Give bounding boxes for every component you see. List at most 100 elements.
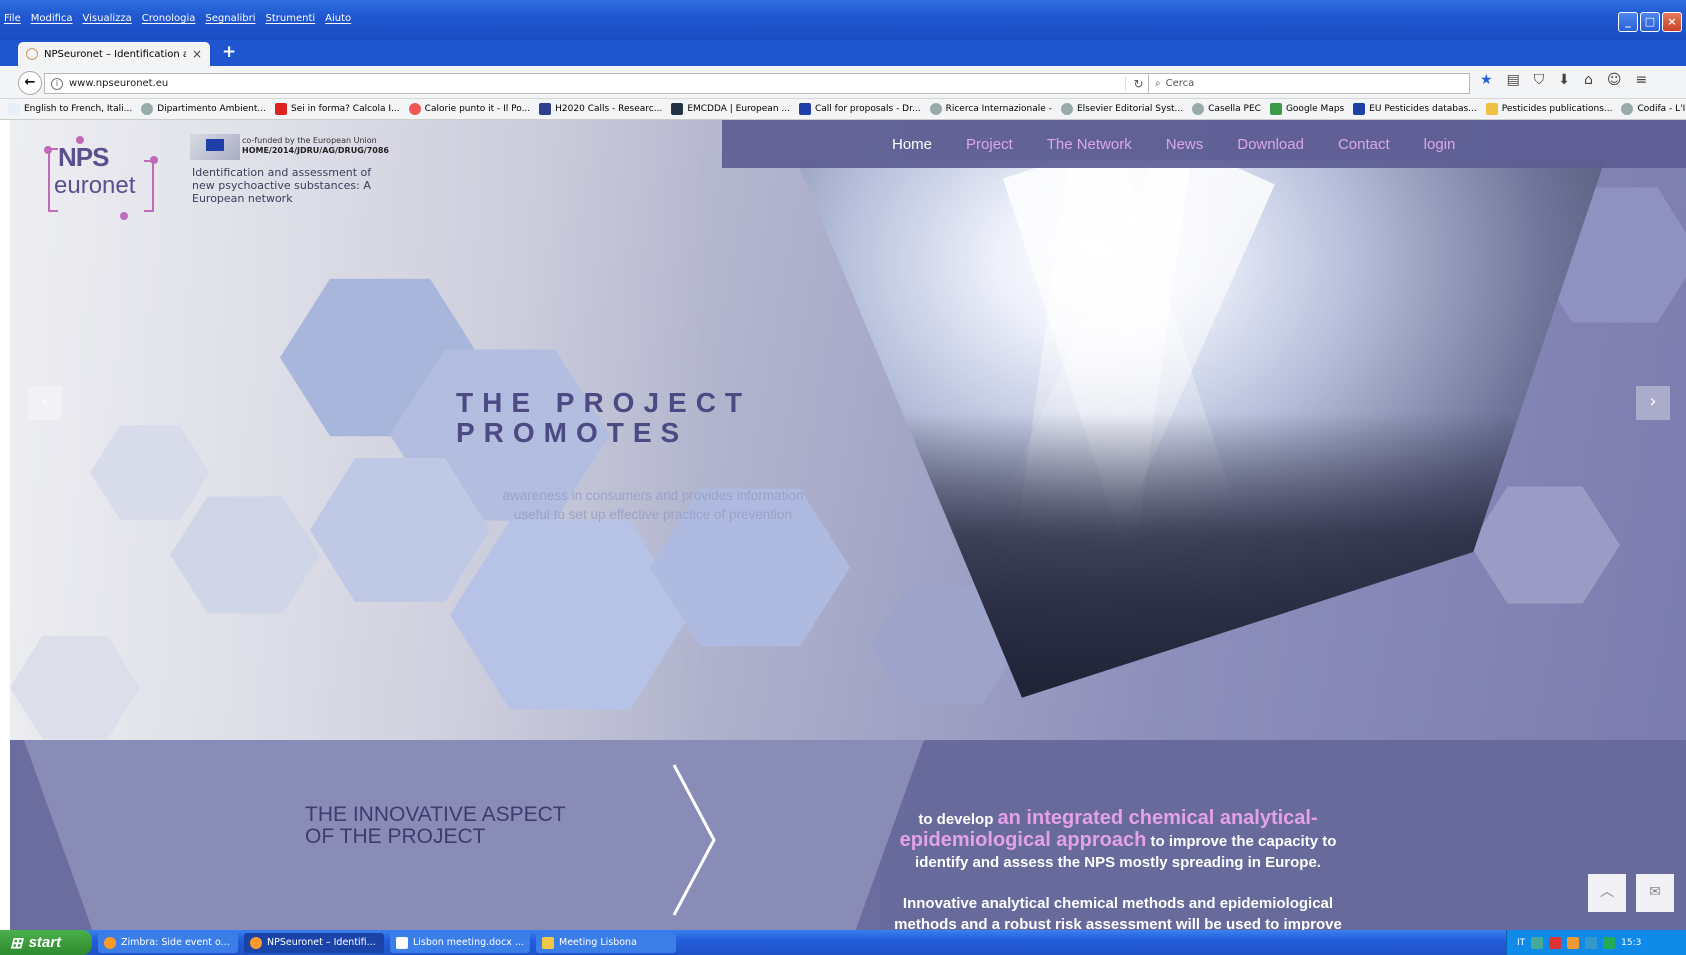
tab-title: NPSeuronet – Identification a... bbox=[44, 48, 186, 60]
window-titlebar: File Modifica Visualizza Cronologia Segn… bbox=[0, 0, 1686, 44]
web-page: NPS euronet co-funded by the European Un… bbox=[10, 120, 1686, 930]
windows-logo-icon: ⊞ bbox=[10, 934, 23, 952]
bookmark-item[interactable]: EU Pesticides databas... bbox=[1353, 103, 1477, 115]
nav-the-network[interactable]: The Network bbox=[1047, 136, 1132, 153]
tray-app-icon[interactable] bbox=[1603, 936, 1616, 949]
taskbar-item-zimbra[interactable]: Zimbra: Side event o... bbox=[98, 932, 238, 953]
eu-grant-code: HOME/2014/JDRU/AG/DRUG/7086 bbox=[242, 146, 389, 155]
back-button[interactable]: ← bbox=[18, 71, 42, 95]
globe-icon bbox=[1621, 103, 1634, 115]
slider-next-button[interactable]: › bbox=[1636, 386, 1670, 420]
start-button[interactable]: ⊞ start bbox=[0, 930, 92, 955]
innovation-section bbox=[10, 740, 1686, 930]
slide-title-line1: THE PROJECT bbox=[456, 387, 752, 418]
chevron-right-icon bbox=[672, 764, 716, 916]
taskbar-item-folder[interactable]: Meeting Lisbona bbox=[536, 932, 676, 953]
bookmark-favicon-icon bbox=[539, 103, 552, 115]
pocket-icon[interactable]: ⛉ bbox=[1534, 72, 1545, 88]
nav-home[interactable]: Home bbox=[892, 136, 932, 153]
bookmark-item[interactable]: Sei in forma? Calcola I... bbox=[274, 103, 400, 115]
window-controls: _ □ × bbox=[1618, 12, 1682, 32]
downloads-icon[interactable]: ⬇ bbox=[1558, 72, 1570, 88]
tray-app-icon[interactable] bbox=[1531, 936, 1544, 949]
globe-icon bbox=[929, 103, 942, 115]
menu-file[interactable]: File bbox=[4, 13, 21, 24]
address-bar[interactable]: i www.npseuronet.eu ↻ bbox=[44, 73, 1152, 94]
logo-text-nps: NPS bbox=[58, 142, 109, 172]
bookmark-item[interactable]: Elsevier Editorial Syst... bbox=[1060, 103, 1183, 115]
bookmark-item[interactable]: H2020 Calls - Researc... bbox=[539, 103, 662, 115]
slide-title: THE PROJECT PROMOTES bbox=[456, 388, 751, 448]
nav-contact[interactable]: Contact bbox=[1338, 136, 1390, 153]
home-icon[interactable]: ⌂ bbox=[1584, 72, 1593, 88]
windows-taskbar: ⊞ start Zimbra: Side event o... NPSeuron… bbox=[0, 930, 1686, 955]
bookmark-item[interactable]: Codifa - L'Informatore... bbox=[1621, 103, 1686, 115]
bookmark-star-icon[interactable]: ★ bbox=[1480, 72, 1493, 88]
menu-aiuto[interactable]: Aiuto bbox=[325, 13, 351, 24]
globe-icon bbox=[141, 103, 154, 115]
url-text[interactable]: www.npseuronet.eu bbox=[69, 78, 1119, 89]
toolbar-icons: ★ ▤ ⛉ ⬇ ⌂ ☺ ≡ bbox=[1480, 72, 1647, 88]
search-icon: ⌕ bbox=[1155, 78, 1161, 89]
menu-visualizza[interactable]: Visualizza bbox=[83, 13, 132, 24]
bookmark-item[interactable]: Casella PEC bbox=[1192, 103, 1261, 115]
word-icon bbox=[396, 936, 408, 949]
nps-euronet-logo[interactable]: NPS euronet bbox=[40, 130, 170, 220]
aim-pre: to develop bbox=[918, 811, 994, 828]
innovation-aim-text: to develop an integrated chemical analyt… bbox=[878, 808, 1358, 873]
menu-cronologia[interactable]: Cronologia bbox=[142, 13, 196, 24]
bookmark-item[interactable]: Pesticides publications... bbox=[1485, 103, 1612, 115]
clock: 15:3 bbox=[1621, 937, 1642, 948]
slider-prev-button[interactable]: ‹ bbox=[28, 386, 62, 420]
new-tab-button[interactable]: + bbox=[222, 42, 236, 62]
tray-app-icon[interactable] bbox=[1585, 936, 1598, 949]
menu-strumenti[interactable]: Strumenti bbox=[266, 13, 316, 24]
system-tray: IT 15:3 bbox=[1506, 930, 1686, 955]
taskbar-item-word-doc[interactable]: Lisbon meeting.docx ... bbox=[390, 932, 530, 953]
hero-slider: NPS euronet co-funded by the European Un… bbox=[10, 120, 1686, 740]
navigation-toolbar: ← i www.npseuronet.eu ↻ ⌕ Cerca ★ ▤ ⛉ ⬇ … bbox=[0, 66, 1686, 99]
eu-flag-icon bbox=[798, 103, 811, 115]
bookmark-item[interactable]: English to French, Itali... bbox=[8, 103, 132, 115]
bookmark-item[interactable]: Calorie punto it - Il Po... bbox=[408, 103, 530, 115]
minimize-button[interactable]: _ bbox=[1618, 12, 1638, 32]
tray-app-icon[interactable] bbox=[1567, 936, 1580, 949]
search-input[interactable]: ⌕ Cerca bbox=[1148, 73, 1470, 94]
globe-icon bbox=[1060, 103, 1073, 115]
bookmarks-library-icon[interactable]: ▤ bbox=[1507, 72, 1520, 88]
nav-project[interactable]: Project bbox=[966, 136, 1013, 153]
bookmark-favicon-icon bbox=[8, 103, 20, 115]
menu-modifica[interactable]: Modifica bbox=[31, 13, 73, 24]
close-window-button[interactable]: × bbox=[1662, 12, 1682, 32]
tab-strip: NPSeuronet – Identification a... × bbox=[0, 40, 1686, 66]
site-info-icon[interactable]: i bbox=[51, 77, 63, 90]
eu-cofunded-text: co-funded by the European Union bbox=[242, 136, 377, 145]
bookmark-item[interactable]: Call for proposals - Dr... bbox=[798, 103, 921, 115]
bookmark-item[interactable]: Ricerca Internazionale - bbox=[929, 103, 1052, 115]
logo-text-euronet: euronet bbox=[54, 172, 136, 199]
tray-app-icon[interactable] bbox=[1549, 936, 1562, 949]
bookmark-favicon-icon bbox=[274, 103, 287, 115]
hamburger-menu-icon[interactable]: ≡ bbox=[1636, 72, 1648, 88]
bookmarks-toolbar: English to French, Itali... Dipartimento… bbox=[0, 99, 1686, 120]
nav-login[interactable]: login bbox=[1424, 136, 1456, 153]
eu-flag-icon bbox=[190, 134, 240, 160]
bookmark-favicon-icon bbox=[408, 103, 421, 115]
chat-icon[interactable]: ☺ bbox=[1607, 72, 1622, 88]
email-button[interactable]: ✉ bbox=[1636, 874, 1674, 912]
menu-segnalibri[interactable]: Segnalibri bbox=[205, 13, 255, 24]
bookmark-item[interactable]: Dipartimento Ambient... bbox=[141, 103, 266, 115]
nav-download[interactable]: Download bbox=[1237, 136, 1304, 153]
folder-icon bbox=[542, 936, 554, 949]
nav-news[interactable]: News bbox=[1166, 136, 1204, 153]
bookmark-item[interactable]: EMCDDA | European ... bbox=[671, 103, 790, 115]
bookmark-item[interactable]: Google Maps bbox=[1269, 103, 1344, 115]
scroll-to-top-button[interactable]: ︿ bbox=[1588, 874, 1626, 912]
firefox-icon bbox=[250, 936, 262, 949]
maximize-button[interactable]: □ bbox=[1640, 12, 1660, 32]
eu-flag-icon bbox=[1353, 103, 1366, 115]
tab-npseuronet[interactable]: NPSeuronet – Identification a... × bbox=[18, 42, 210, 66]
taskbar-item-npseuronet[interactable]: NPSeuronet – Identifi... bbox=[244, 932, 384, 953]
language-indicator[interactable]: IT bbox=[1517, 938, 1525, 948]
tab-close-icon[interactable]: × bbox=[192, 47, 202, 61]
